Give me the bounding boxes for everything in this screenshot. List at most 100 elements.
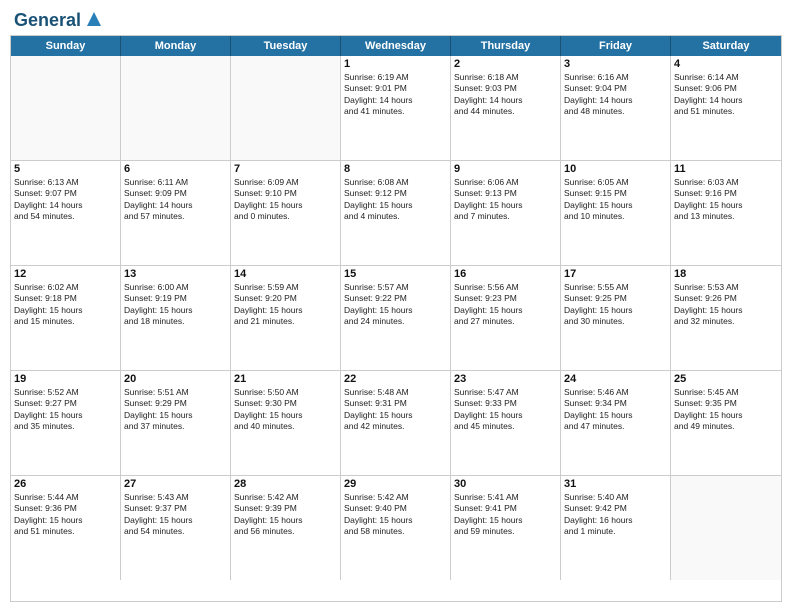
day-number: 29 xyxy=(344,478,447,490)
day-number: 17 xyxy=(564,268,667,280)
day-header-tuesday: Tuesday xyxy=(231,36,341,56)
day-number: 13 xyxy=(124,268,227,280)
week-row-2: 5 Sunrise: 6:13 AM Sunset: 9:07 PM Daylig… xyxy=(11,161,781,266)
day-cell-19: 19Sunrise: 5:52 AM Sunset: 9:27 PM Dayli… xyxy=(11,371,121,475)
page: General SundayMondayTuesdayWednesdayThur… xyxy=(0,0,792,612)
day-cell-16: 16 Sunrise: 5:56 AM Sunset: 9:23 PM Dayli… xyxy=(451,266,561,370)
logo-icon xyxy=(83,8,105,30)
day-cell-30: 30 Sunrise: 5:41 AM Sunset: 9:41 PM Dayli… xyxy=(451,476,561,580)
cell-info: Sunrise: 6:13 AM Sunset: 9:07 PM Dayligh… xyxy=(14,177,117,223)
cell-info: Sunrise: 6:08 AM Sunset: 9:12 PM Dayligh… xyxy=(344,177,447,223)
day-header-saturday: Saturday xyxy=(671,36,781,56)
day-cell-15: 15 Sunrise: 5:57 AM Sunset: 9:22 PM Dayli… xyxy=(341,266,451,370)
day-number: 30 xyxy=(454,478,557,490)
day-number: 24 xyxy=(564,373,667,385)
cell-info: Sunrise: 5:42 AM Sunset: 9:39 PM Dayligh… xyxy=(234,492,337,538)
day-cell-14: 14Sunrise: 5:59 AM Sunset: 9:20 PM Dayli… xyxy=(231,266,341,370)
day-number: 9 xyxy=(454,163,557,175)
cell-info: Sunrise: 5:48 AM Sunset: 9:31 PM Dayligh… xyxy=(344,387,447,433)
day-number: 8 xyxy=(344,163,447,175)
cell-info: Sunrise: 6:09 AM Sunset: 9:10 PM Dayligh… xyxy=(234,177,337,223)
day-cell-10: 10 Sunrise: 6:05 AM Sunset: 9:15 PM Dayli… xyxy=(561,161,671,265)
day-number: 16 xyxy=(454,268,557,280)
cell-info: Sunrise: 6:18 AM Sunset: 9:03 PM Dayligh… xyxy=(454,72,557,118)
day-cell-25: 25Sunrise: 5:45 AM Sunset: 9:35 PM Dayli… xyxy=(671,371,781,475)
cell-info: Sunrise: 6:03 AM Sunset: 9:16 PM Dayligh… xyxy=(674,177,778,223)
day-number: 26 xyxy=(14,478,117,490)
cell-info: Sunrise: 5:46 AM Sunset: 9:34 PM Dayligh… xyxy=(564,387,667,433)
day-cell-31: 31Sunrise: 5:40 AM Sunset: 9:42 PM Dayli… xyxy=(561,476,671,580)
cell-info: Sunrise: 6:02 AM Sunset: 9:18 PM Dayligh… xyxy=(14,282,117,328)
day-cell-12: 12 Sunrise: 6:02 AM Sunset: 9:18 PM Dayli… xyxy=(11,266,121,370)
day-cell-24: 24 Sunrise: 5:46 AM Sunset: 9:34 PM Dayli… xyxy=(561,371,671,475)
day-cell-8: 8 Sunrise: 6:08 AM Sunset: 9:12 PM Daylig… xyxy=(341,161,451,265)
cell-info: Sunrise: 5:40 AM Sunset: 9:42 PM Dayligh… xyxy=(564,492,667,538)
cell-info: Sunrise: 5:57 AM Sunset: 9:22 PM Dayligh… xyxy=(344,282,447,328)
cell-info: Sunrise: 5:52 AM Sunset: 9:27 PM Dayligh… xyxy=(14,387,117,433)
logo-text: General xyxy=(14,10,105,27)
day-cell-23: 23 Sunrise: 5:47 AM Sunset: 9:33 PM Dayli… xyxy=(451,371,561,475)
day-number: 18 xyxy=(674,268,778,280)
cell-info: Sunrise: 5:44 AM Sunset: 9:36 PM Dayligh… xyxy=(14,492,117,538)
day-cell-27: 27Sunrise: 5:43 AM Sunset: 9:37 PM Dayli… xyxy=(121,476,231,580)
day-number: 22 xyxy=(344,373,447,385)
day-cell-22: 22 Sunrise: 5:48 AM Sunset: 9:31 PM Dayli… xyxy=(341,371,451,475)
day-number: 5 xyxy=(14,163,117,175)
cell-info: Sunrise: 5:42 AM Sunset: 9:40 PM Dayligh… xyxy=(344,492,447,538)
cell-info: Sunrise: 5:55 AM Sunset: 9:25 PM Dayligh… xyxy=(564,282,667,328)
day-header-thursday: Thursday xyxy=(451,36,561,56)
day-number: 10 xyxy=(564,163,667,175)
cell-info: Sunrise: 6:11 AM Sunset: 9:09 PM Dayligh… xyxy=(124,177,227,223)
calendar: SundayMondayTuesdayWednesdayThursdayFrid… xyxy=(10,35,782,602)
calendar-header: SundayMondayTuesdayWednesdayThursdayFrid… xyxy=(11,36,781,56)
day-number: 25 xyxy=(674,373,778,385)
cell-info: Sunrise: 6:19 AM Sunset: 9:01 PM Dayligh… xyxy=(344,72,447,118)
day-number: 7 xyxy=(234,163,337,175)
empty-cell xyxy=(11,56,121,160)
cell-info: Sunrise: 5:41 AM Sunset: 9:41 PM Dayligh… xyxy=(454,492,557,538)
day-cell-7: 7 Sunrise: 6:09 AM Sunset: 9:10 PM Daylig… xyxy=(231,161,341,265)
logo: General xyxy=(14,10,105,27)
day-cell-26: 26 Sunrise: 5:44 AM Sunset: 9:36 PM Dayli… xyxy=(11,476,121,580)
empty-cell xyxy=(671,476,781,580)
cell-info: Sunrise: 5:47 AM Sunset: 9:33 PM Dayligh… xyxy=(454,387,557,433)
calendar-body: 1Sunrise: 6:19 AM Sunset: 9:01 PM Daylig… xyxy=(11,56,781,580)
day-number: 20 xyxy=(124,373,227,385)
day-cell-28: 28 Sunrise: 5:42 AM Sunset: 9:39 PM Dayli… xyxy=(231,476,341,580)
day-cell-18: 18 Sunrise: 5:53 AM Sunset: 9:26 PM Dayli… xyxy=(671,266,781,370)
cell-info: Sunrise: 5:43 AM Sunset: 9:37 PM Dayligh… xyxy=(124,492,227,538)
day-cell-4: 4Sunrise: 6:14 AM Sunset: 9:06 PM Daylig… xyxy=(671,56,781,160)
header: General xyxy=(10,10,782,27)
day-number: 2 xyxy=(454,58,557,70)
day-cell-5: 5 Sunrise: 6:13 AM Sunset: 9:07 PM Daylig… xyxy=(11,161,121,265)
cell-info: Sunrise: 5:51 AM Sunset: 9:29 PM Dayligh… xyxy=(124,387,227,433)
cell-info: Sunrise: 5:56 AM Sunset: 9:23 PM Dayligh… xyxy=(454,282,557,328)
day-cell-17: 17 Sunrise: 5:55 AM Sunset: 9:25 PM Dayli… xyxy=(561,266,671,370)
day-number: 23 xyxy=(454,373,557,385)
week-row-4: 19Sunrise: 5:52 AM Sunset: 9:27 PM Dayli… xyxy=(11,371,781,476)
week-row-5: 26 Sunrise: 5:44 AM Sunset: 9:36 PM Dayli… xyxy=(11,476,781,580)
empty-cell xyxy=(231,56,341,160)
day-number: 21 xyxy=(234,373,337,385)
day-number: 14 xyxy=(234,268,337,280)
cell-info: Sunrise: 6:05 AM Sunset: 9:15 PM Dayligh… xyxy=(564,177,667,223)
day-cell-9: 9 Sunrise: 6:06 AM Sunset: 9:13 PM Daylig… xyxy=(451,161,561,265)
day-number: 12 xyxy=(14,268,117,280)
day-cell-6: 6 Sunrise: 6:11 AM Sunset: 9:09 PM Daylig… xyxy=(121,161,231,265)
cell-info: Sunrise: 6:16 AM Sunset: 9:04 PM Dayligh… xyxy=(564,72,667,118)
day-header-friday: Friday xyxy=(561,36,671,56)
day-number: 15 xyxy=(344,268,447,280)
day-number: 11 xyxy=(674,163,778,175)
day-cell-21: 21Sunrise: 5:50 AM Sunset: 9:30 PM Dayli… xyxy=(231,371,341,475)
empty-cell xyxy=(121,56,231,160)
day-header-sunday: Sunday xyxy=(11,36,121,56)
day-cell-1: 1Sunrise: 6:19 AM Sunset: 9:01 PM Daylig… xyxy=(341,56,451,160)
day-cell-11: 11 Sunrise: 6:03 AM Sunset: 9:16 PM Dayli… xyxy=(671,161,781,265)
week-row-3: 12 Sunrise: 6:02 AM Sunset: 9:18 PM Dayli… xyxy=(11,266,781,371)
day-number: 6 xyxy=(124,163,227,175)
day-number: 28 xyxy=(234,478,337,490)
cell-info: Sunrise: 5:53 AM Sunset: 9:26 PM Dayligh… xyxy=(674,282,778,328)
day-header-wednesday: Wednesday xyxy=(341,36,451,56)
day-header-monday: Monday xyxy=(121,36,231,56)
cell-info: Sunrise: 6:06 AM Sunset: 9:13 PM Dayligh… xyxy=(454,177,557,223)
